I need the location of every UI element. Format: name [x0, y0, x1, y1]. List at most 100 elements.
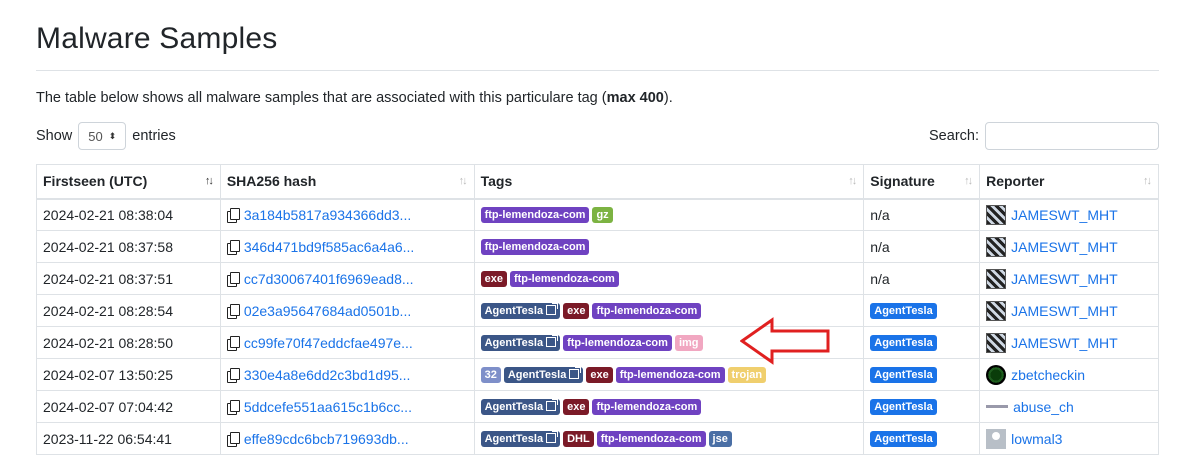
tag-badge[interactable]: ftp-lemendoza-com: [563, 335, 672, 352]
column-header[interactable]: SHA256 hash ↑↓: [219, 164, 475, 200]
firstseen-cell: 2024-02-21 08:37:51: [36, 262, 221, 295]
reporter-link[interactable]: zbetcheckin: [1011, 367, 1085, 383]
title-divider: [36, 70, 1159, 71]
column-header-label: Firstseen (UTC): [43, 173, 148, 190]
sort-icon: ↑↓: [964, 175, 973, 187]
hash-link[interactable]: cc7d30067401f6969ead8...: [244, 271, 414, 287]
tag-badge[interactable]: DHL: [563, 431, 594, 448]
table-body: 2024-02-21 08:38:04 3a184b5817a934366dd3.…: [36, 198, 1159, 455]
reporter-link[interactable]: abuse_ch: [1013, 399, 1074, 415]
signature-badge[interactable]: AgentTesla: [870, 367, 937, 384]
table-row: 2024-02-21 08:28:54 02e3a95647684ad0501b.…: [36, 294, 1159, 327]
reporter-avatar: [986, 428, 1007, 449]
tag-badge[interactable]: AgentTesla: [503, 367, 584, 384]
signature-cell: AgentTesla: [863, 358, 981, 391]
tag-badge-label: ftp-lemendoza-com: [484, 209, 586, 222]
hash-link[interactable]: 5ddcefe551aa615c1b6cc...: [244, 399, 412, 415]
tag-badge[interactable]: ftp-lemendoza-com: [592, 303, 702, 320]
tags-cell: ftp-lemendoza-com gz: [473, 198, 865, 231]
signature-cell: n/a: [863, 230, 981, 263]
hash-link[interactable]: effe89cdc6bcb719693db...: [244, 431, 409, 447]
column-header[interactable]: Firstseen (UTC) ↑↓: [36, 164, 221, 200]
reporter-cell: JAMESWT_MHT: [979, 230, 1159, 263]
copy-icon[interactable]: [226, 399, 240, 415]
reporter-link[interactable]: JAMESWT_MHT: [1011, 207, 1118, 223]
firstseen-cell: 2024-02-21 08:38:04: [36, 198, 221, 231]
tag-badge[interactable]: img: [674, 335, 703, 352]
reporter-link[interactable]: lowmal3: [1011, 431, 1062, 447]
signature-cell: AgentTesla: [863, 422, 981, 455]
search-input[interactable]: [985, 122, 1159, 150]
reporter-link[interactable]: JAMESWT_MHT: [1011, 335, 1118, 351]
tag-badge[interactable]: jse: [708, 431, 732, 448]
column-header[interactable]: Tags ↑↓: [473, 164, 865, 200]
tag-badge-label: img: [678, 337, 699, 350]
copy-icon[interactable]: [226, 303, 240, 319]
signature-badge[interactable]: AgentTesla: [870, 303, 937, 320]
reporter-link[interactable]: JAMESWT_MHT: [1011, 303, 1118, 319]
hash-cell: cc7d30067401f6969ead8...: [219, 262, 475, 295]
signature-badge[interactable]: AgentTesla: [870, 431, 937, 448]
copy-icon[interactable]: [226, 335, 240, 351]
tag-badge[interactable]: AgentTesla: [480, 399, 561, 416]
tag-badge[interactable]: 32: [480, 367, 501, 384]
tag-badge[interactable]: exe: [563, 399, 590, 416]
tags-cell: AgentTesla DHL ftp-lemendoza-com jse: [473, 422, 865, 455]
external-link-icon: [546, 303, 559, 316]
tag-badge-label: ftp-lemendoza-com: [600, 433, 702, 446]
copy-icon[interactable]: [226, 239, 240, 255]
tag-badge-label: AgentTesla: [484, 401, 544, 414]
hash-cell: 3a184b5817a934366dd3...: [219, 198, 475, 231]
tag-badge[interactable]: gz: [592, 207, 613, 224]
tag-badge[interactable]: trojan: [727, 367, 767, 384]
signature-cell: AgentTesla: [863, 390, 981, 423]
signature-badge[interactable]: AgentTesla: [870, 399, 937, 416]
signature-badge[interactable]: AgentTesla: [870, 335, 937, 352]
tag-badge-label: trojan: [731, 369, 763, 382]
tag-badge[interactable]: ftp-lemendoza-com: [509, 271, 619, 288]
copy-icon[interactable]: [226, 207, 240, 223]
copy-icon[interactable]: [226, 271, 240, 287]
signature-cell: AgentTesla: [863, 326, 981, 359]
reporter-link[interactable]: JAMESWT_MHT: [1011, 271, 1118, 287]
hash-link[interactable]: 330e4a8e6dd2c3bd1d95...: [244, 367, 411, 383]
tag-badge[interactable]: AgentTesla: [480, 303, 561, 320]
tag-badge[interactable]: ftp-lemendoza-com: [592, 399, 702, 416]
hash-link[interactable]: 02e3a95647684ad0501b...: [244, 303, 411, 319]
reporter-link[interactable]: JAMESWT_MHT: [1011, 239, 1118, 255]
tag-badge[interactable]: exe: [586, 367, 613, 384]
tag-badge[interactable]: exe: [480, 271, 507, 288]
tag-badge-label: exe: [590, 369, 609, 382]
signature-cell: AgentTesla: [863, 294, 981, 327]
tag-badge[interactable]: AgentTesla: [480, 335, 561, 352]
entries-length-control: Show 50 ⬍ entries: [36, 122, 176, 150]
hash-link[interactable]: 346d471bd9f585ac6a4a6...: [244, 239, 415, 255]
hash-link[interactable]: 3a184b5817a934366dd3...: [244, 207, 411, 223]
entries-select[interactable]: 50 ⬍: [78, 122, 127, 150]
copy-icon[interactable]: [226, 367, 240, 383]
hash-cell: 346d471bd9f585ac6a4a6...: [219, 230, 475, 263]
reporter-cell: JAMESWT_MHT: [979, 294, 1159, 327]
tag-badge[interactable]: ftp-lemendoza-com: [480, 239, 590, 256]
firstseen-cell: 2024-02-07 13:50:25: [36, 358, 221, 391]
copy-icon[interactable]: [226, 431, 240, 447]
tag-badge[interactable]: ftp-lemendoza-com: [596, 431, 706, 448]
column-header-label: Tags: [480, 173, 513, 190]
entries-label: entries: [132, 128, 176, 144]
tag-badge[interactable]: exe: [563, 303, 590, 320]
table-row: 2023-11-22 06:54:41 effe89cdc6bcb719693db…: [36, 422, 1159, 455]
column-header[interactable]: Signature ↑↓: [863, 164, 981, 200]
hash-link[interactable]: cc99fe70f47eddcfae497e...: [244, 335, 413, 351]
sort-updown-icon: ⬍: [108, 130, 117, 141]
tag-badge-label: ftp-lemendoza-com: [596, 401, 698, 414]
tag-badge[interactable]: ftp-lemendoza-com: [480, 207, 590, 224]
hash-cell: cc99fe70f47eddcfae497e...: [219, 326, 475, 359]
reporter-cell: lowmal3: [979, 422, 1159, 455]
firstseen-cell: 2024-02-07 07:04:42: [36, 390, 221, 423]
search-label: Search:: [929, 128, 979, 144]
tag-badge[interactable]: ftp-lemendoza-com: [615, 367, 725, 384]
tag-badge[interactable]: AgentTesla: [480, 431, 561, 448]
column-header[interactable]: Reporter ↑↓: [979, 164, 1159, 200]
sort-icon: ↑↓: [1143, 175, 1152, 187]
reporter-cell: JAMESWT_MHT: [979, 262, 1159, 295]
